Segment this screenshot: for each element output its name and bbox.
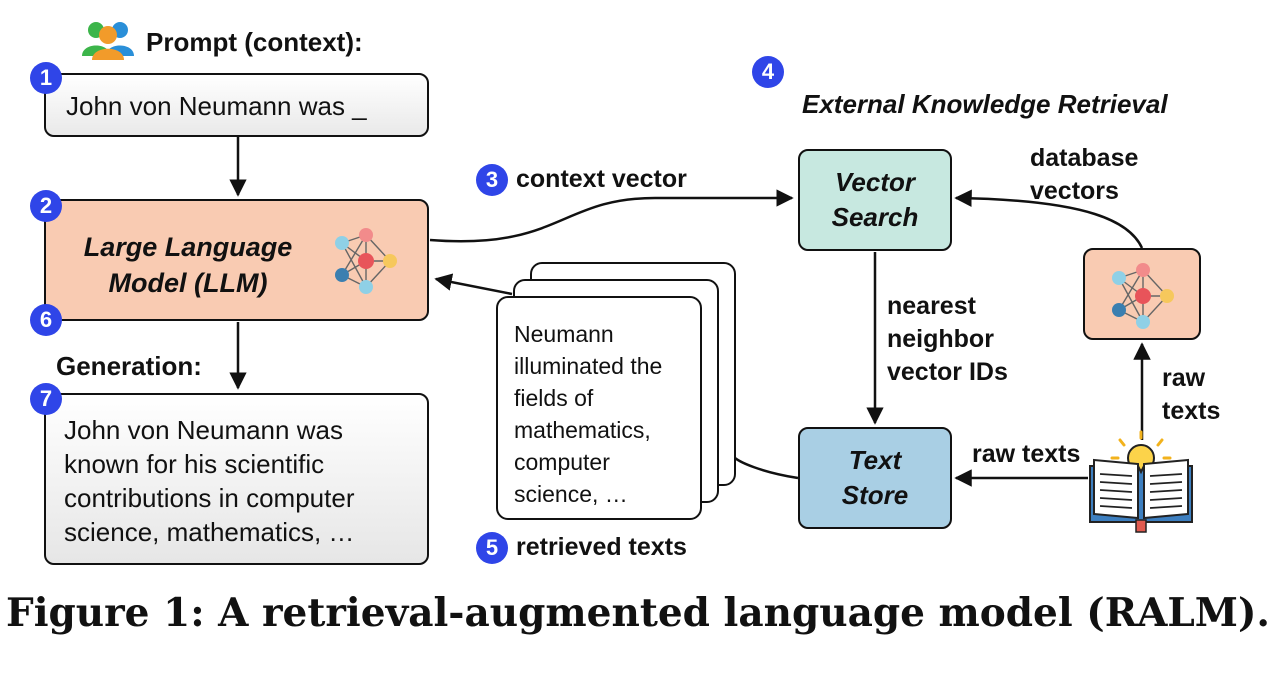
prompt-header: Prompt (context):: [146, 27, 363, 57]
ekr-title: External Knowledge Retrieval: [802, 89, 1168, 119]
step-5-badge: 5: [476, 532, 508, 564]
figure-caption: Figure 1: A retrieval-augmented language…: [6, 590, 1270, 636]
book-lightbulb-icon: [1086, 430, 1196, 539]
encoder-network-icon: [1105, 258, 1181, 339]
step-7-badge: 7: [30, 383, 62, 415]
raw-texts-left-label: raw texts: [972, 440, 1081, 468]
step-4-badge: 4: [752, 56, 784, 88]
neural-network-icon: [328, 223, 404, 304]
generation-box: John von Neumann was known for his scien…: [44, 393, 429, 565]
step-6-badge: 6: [30, 304, 62, 336]
vector-search-box: Vector Search: [798, 149, 952, 251]
prompt-text: John von Neumann was _: [66, 91, 367, 121]
database-vectors-label: database vectors: [1030, 144, 1139, 205]
prompt-box: John von Neumann was _: [44, 73, 429, 137]
step-2-badge: 2: [30, 190, 62, 222]
text-store-box: Text Store: [798, 427, 952, 529]
llm-label: Large Language Model (LLM): [83, 232, 293, 298]
nearest-neighbor-label: nearest neighbor vector IDs: [887, 292, 1008, 386]
people-icon: [80, 18, 138, 60]
vector-search-label: Vector Search: [831, 167, 919, 232]
retrieved-document-text: Neumann illuminated the fields of mathem…: [514, 321, 663, 507]
retrieved-doc-front: Neumann illuminated the fields of mathem…: [496, 296, 702, 520]
arrow-retrieved-to-llm: [434, 273, 513, 296]
line-textstore-to-docs: [734, 456, 799, 480]
raw-texts-up-label: raw texts: [1162, 364, 1221, 425]
encoder-box: [1083, 248, 1201, 340]
generation-header: Generation:: [56, 351, 202, 381]
generation-text: John von Neumann was known for his scien…: [64, 415, 355, 547]
step-1-badge: 1: [30, 62, 62, 94]
text-store-label: Text Store: [841, 445, 909, 510]
arrow-context-vector: [429, 189, 794, 243]
retrieved-texts-label: retrieved texts: [516, 533, 687, 561]
context-vector-label: context vector: [516, 165, 687, 193]
step-3-badge: 3: [476, 164, 508, 196]
llm-box: Large Language Model (LLM): [44, 199, 429, 321]
